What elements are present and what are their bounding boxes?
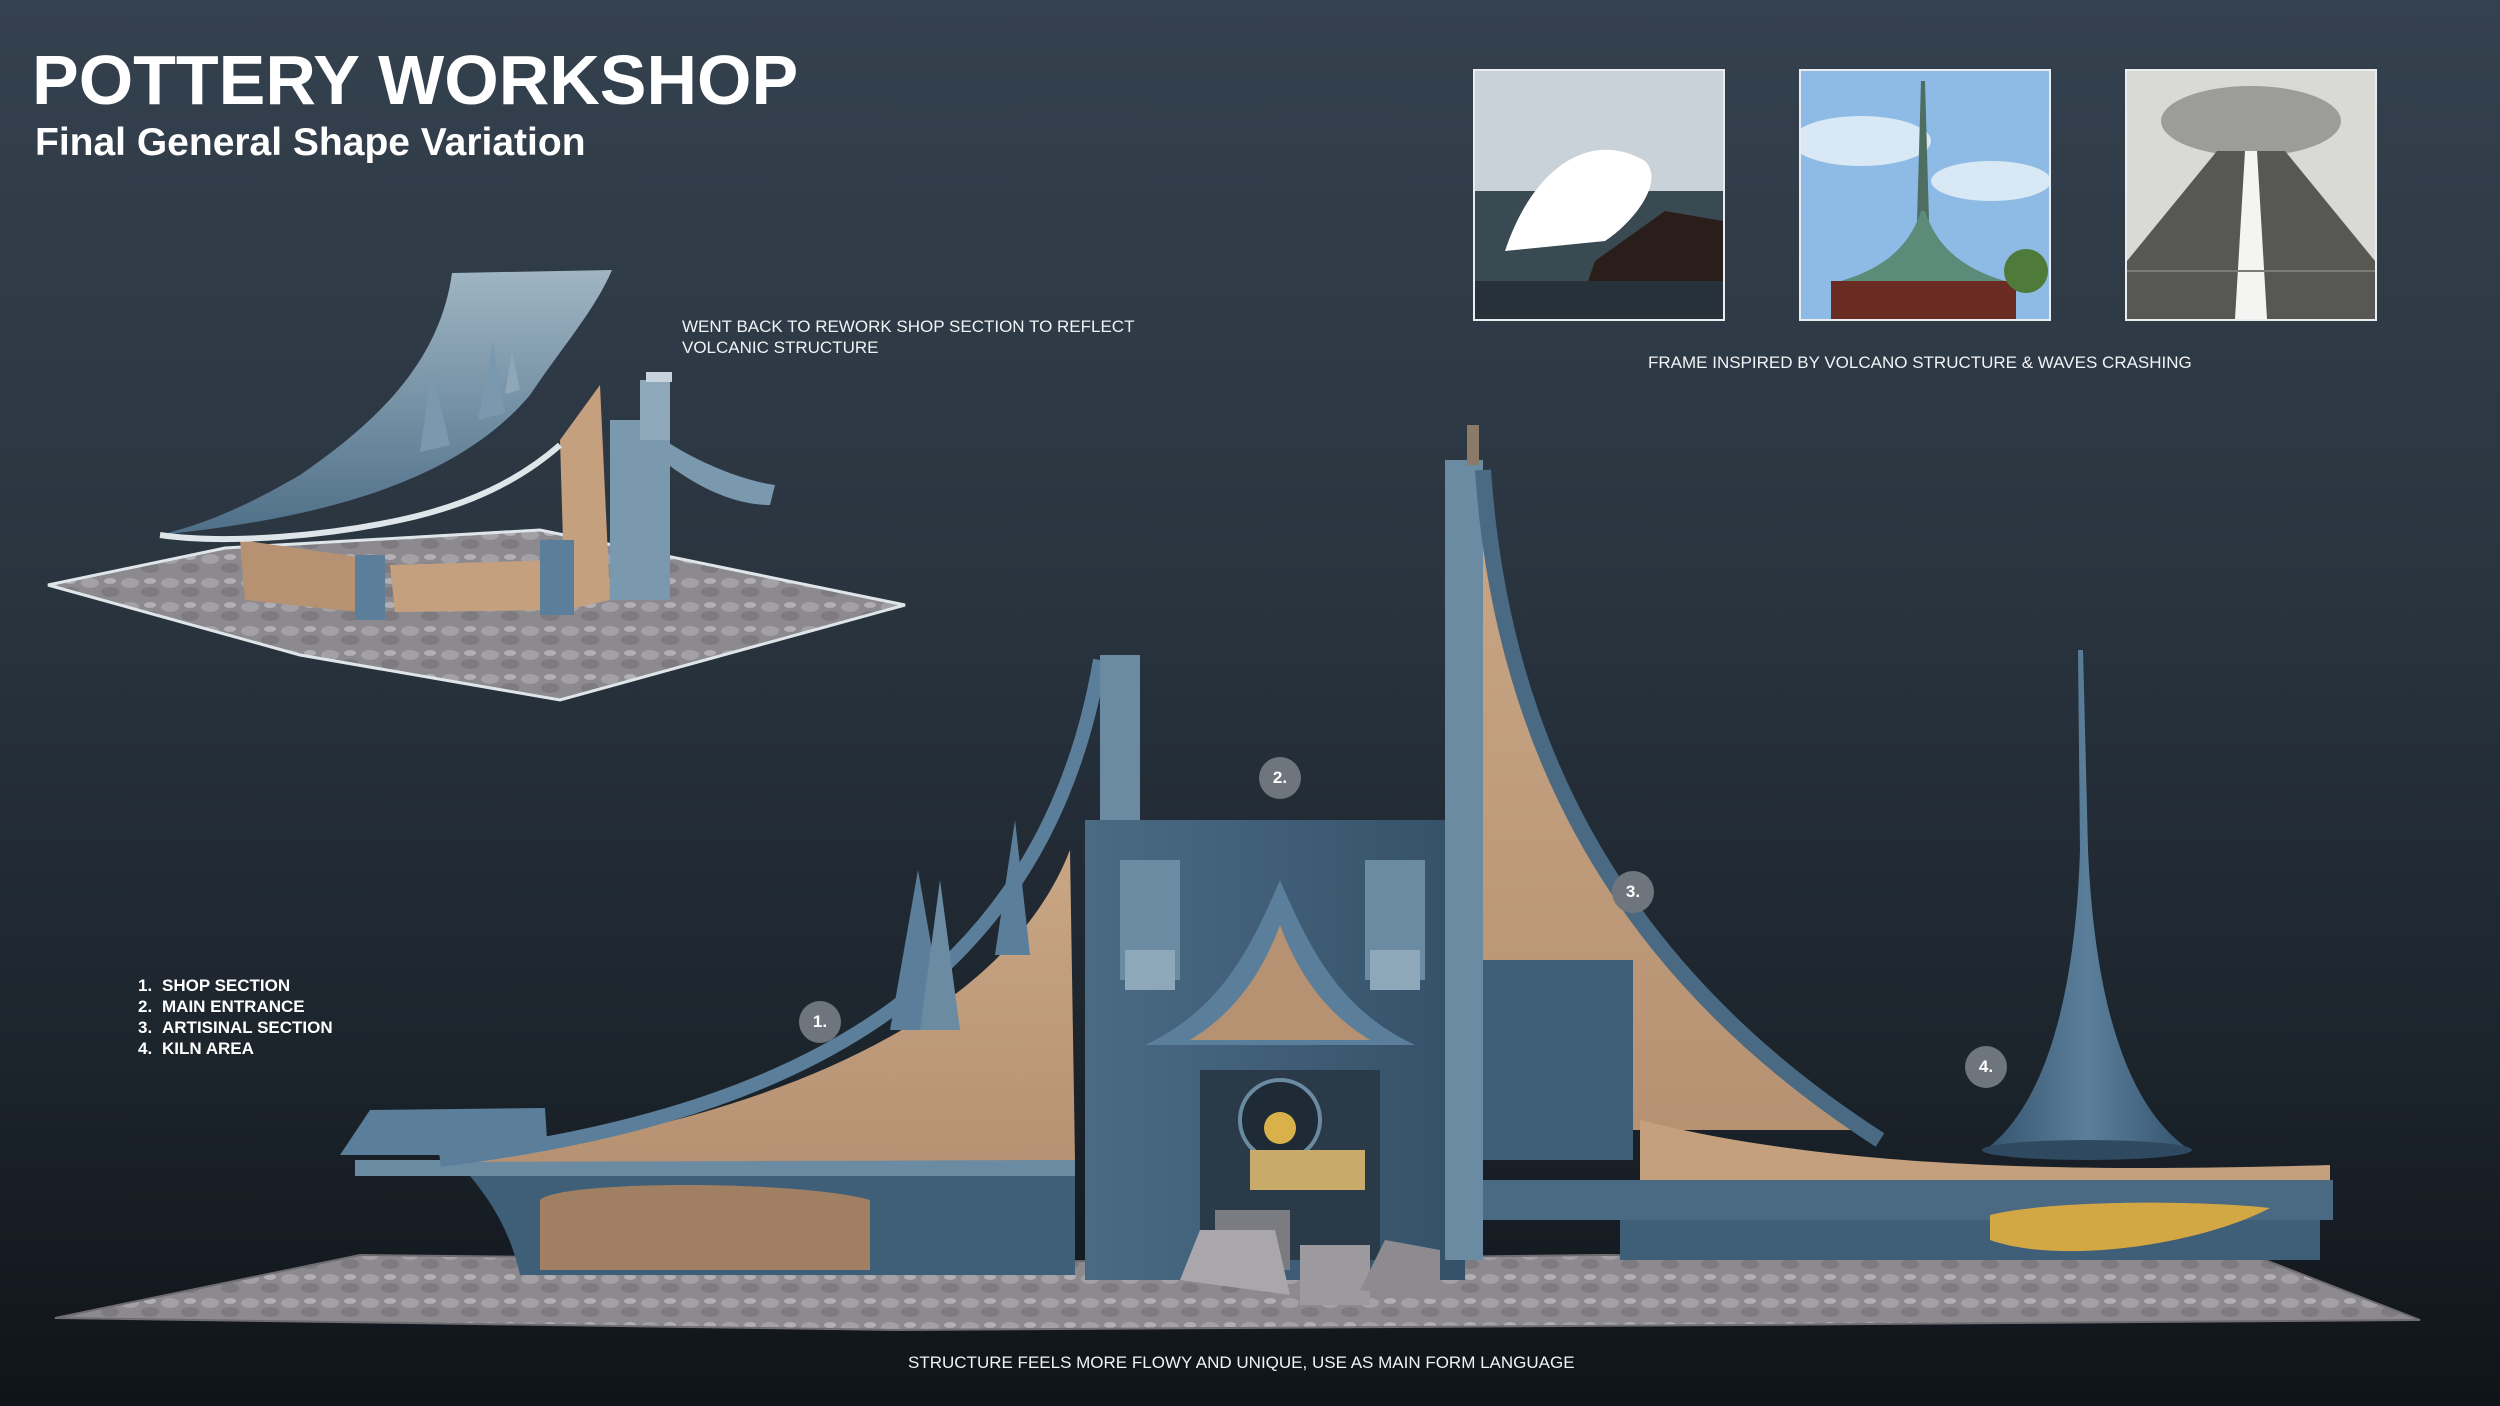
legend-item: 3. ARTISINAL SECTION [138,1018,333,1037]
spire-reference-image [1799,69,2051,321]
bottom-caption: STRUCTURE FEELS MORE FLOWY AND UNIQUE, U… [908,1353,1575,1372]
marker-shop-section: 1. [799,1001,841,1043]
legend-item: 1. SHOP SECTION [138,976,291,995]
legend-item: 2. MAIN ENTRANCE [138,997,305,1016]
section-legend: 1. SHOP SECTION 2. MAIN ENTRANCE 3. ARTISIN… [138,975,333,1059]
shop-rework-note: WENT BACK TO REWORK SHOP SECTION TO REFL… [682,317,1135,357]
marker-main-entrance: 2. [1259,757,1301,799]
marker-artisinal-section: 3. [1612,871,1654,913]
legend-item: 4. KILN AREA [138,1039,254,1058]
volcano-reference-image [2125,69,2377,321]
wave-reference-image [1473,69,1725,321]
marker-kiln-area: 4. [1965,1046,2007,1088]
frame-inspiration-note: FRAME INSPIRED BY VOLCANO STRUCTURE & WA… [1648,353,2192,372]
concept-board: POTTERY WORKSHOP Final General Shape Var… [0,0,2500,1406]
